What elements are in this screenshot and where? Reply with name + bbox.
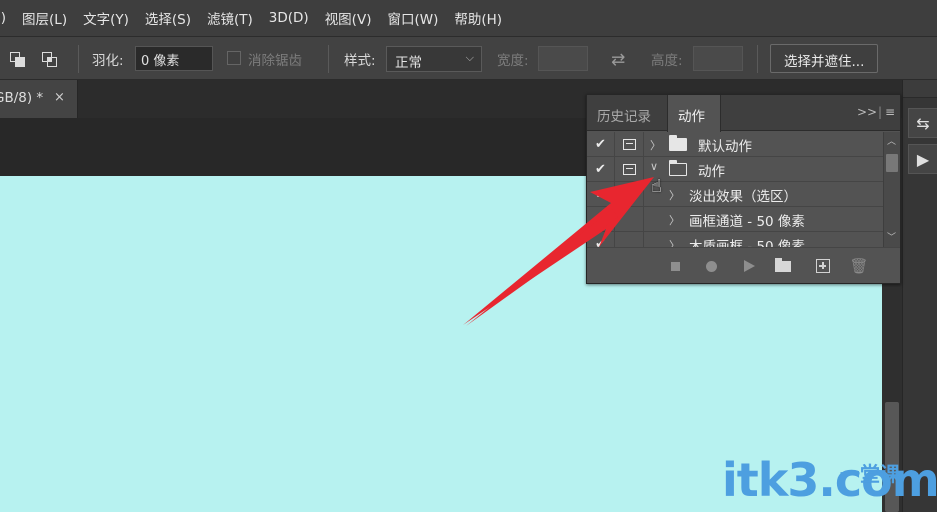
action-name: 木质画框 - 50 像素 bbox=[689, 239, 805, 247]
dock-header bbox=[903, 80, 937, 98]
menu-item-select[interactable]: 选择(S) bbox=[137, 8, 199, 28]
action-set-name: 默认动作 bbox=[698, 139, 752, 155]
menu-bar: l) 图层(L) 文字(Y) 选择(S) 滤镜(T) 3D(D) 视图(V) 窗… bbox=[0, 0, 937, 36]
chevron-down-icon[interactable]: ﹀ bbox=[887, 230, 896, 243]
scrollbar-thumb[interactable] bbox=[886, 154, 898, 172]
menu-item-filter[interactable]: 滤镜(T) bbox=[199, 8, 261, 28]
history-brush-icon[interactable]: ⇆ bbox=[908, 108, 937, 138]
new-action-icon[interactable] bbox=[815, 258, 831, 274]
action-name: 画框通道 - 50 像素 bbox=[689, 214, 805, 230]
feather-label: 羽化: bbox=[92, 53, 124, 69]
chevron-right-icon[interactable]: 〉 bbox=[650, 137, 661, 153]
action-name: 淡出效果（选区） bbox=[689, 189, 797, 205]
list-item[interactable]: ✔ 〉 淡出效果（选区） bbox=[587, 182, 883, 207]
subtract-selection-icon[interactable] bbox=[10, 52, 26, 68]
options-bar: 羽化: 0 像素 消除锯齿 样式: 正常 ⌵ 宽度: ⇄ 高度: 选择并遮住..… bbox=[0, 36, 937, 80]
new-set-folder-icon[interactable] bbox=[775, 257, 791, 274]
toggle-checkmark-icon[interactable] bbox=[587, 207, 615, 231]
dialog-toggle-icon[interactable] bbox=[616, 232, 644, 247]
swap-icon[interactable]: ⇄ bbox=[611, 50, 625, 70]
right-dock: ⇆ ▶ bbox=[902, 80, 937, 512]
dialog-toggle-icon[interactable] bbox=[616, 207, 644, 231]
hand-cursor-icon: ☝ bbox=[651, 176, 662, 197]
chevron-right-icon[interactable]: 〉 bbox=[669, 237, 680, 247]
actions-panel: 历史记录 动作 >> | ≡ ✔ 〉 默认动作 ✔ ∨ 动作 ✔ 〉 淡出效果（… bbox=[586, 94, 901, 284]
list-item[interactable]: ✔ 〉 木质画框 - 50 像素 bbox=[587, 232, 883, 247]
feather-input[interactable]: 0 像素 bbox=[135, 46, 213, 71]
trash-icon[interactable]: 🗑 bbox=[849, 257, 868, 275]
menu-item-edit[interactable]: l) bbox=[0, 10, 14, 26]
chevron-down-icon[interactable]: ∨ bbox=[650, 160, 658, 173]
play-icon[interactable]: ▶ bbox=[908, 144, 937, 174]
antialias-checkbox[interactable] bbox=[227, 51, 241, 65]
dialog-toggle-icon[interactable] bbox=[616, 132, 644, 156]
action-set-name: 动作 bbox=[698, 164, 725, 180]
stop-icon[interactable] bbox=[667, 258, 683, 274]
separator bbox=[757, 45, 758, 73]
toggle-checkmark-icon[interactable]: ✔ bbox=[587, 232, 615, 247]
separator bbox=[328, 45, 329, 73]
style-select[interactable]: 正常 ⌵ bbox=[386, 46, 482, 72]
menu-item-3d[interactable]: 3D(D) bbox=[261, 10, 317, 26]
watermark-subtext: 一堂课 bbox=[840, 462, 900, 486]
panel-tab-bar: 历史记录 动作 >> | ≡ bbox=[587, 95, 900, 132]
watermark-logo: itk3.com 一堂课 bbox=[722, 452, 937, 508]
tab-history[interactable]: 历史记录 bbox=[587, 95, 661, 131]
watermark-text: itk3.com bbox=[722, 453, 937, 507]
list-item[interactable]: 〉 画框通道 - 50 像素 bbox=[587, 207, 883, 232]
dialog-toggle-icon[interactable] bbox=[616, 157, 644, 181]
record-icon[interactable] bbox=[703, 258, 719, 274]
panel-menu-icon[interactable]: ≡ bbox=[885, 105, 895, 119]
list-item[interactable]: ✔ 〉 默认动作 bbox=[587, 132, 883, 157]
toggle-checkmark-icon[interactable]: ✔ bbox=[587, 157, 615, 181]
separator bbox=[78, 45, 79, 73]
antialias-label: 消除锯齿 bbox=[248, 53, 302, 69]
style-select-value: 正常 bbox=[395, 55, 422, 71]
toggle-checkmark-icon[interactable]: ✔ bbox=[587, 182, 615, 206]
folder-open-icon bbox=[668, 160, 687, 176]
menu-item-view[interactable]: 视图(V) bbox=[317, 8, 380, 28]
menu-item-help[interactable]: 帮助(H) bbox=[446, 8, 510, 28]
list-item[interactable]: ✔ ∨ 动作 bbox=[587, 157, 883, 182]
toggle-checkmark-icon[interactable]: ✔ bbox=[587, 132, 615, 156]
document-tab[interactable]: GB/8) * × bbox=[0, 80, 78, 118]
actions-list: ✔ 〉 默认动作 ✔ ∨ 动作 ✔ 〉 淡出效果（选区） 〉 画框通道 - 50… bbox=[587, 132, 883, 247]
chevron-right-icon[interactable]: 〉 bbox=[669, 212, 680, 228]
intersect-selection-icon[interactable] bbox=[42, 52, 58, 68]
collapse-panel-icon[interactable]: >> bbox=[857, 105, 877, 119]
dialog-toggle-icon[interactable] bbox=[616, 182, 644, 206]
menu-item-window[interactable]: 窗口(W) bbox=[379, 8, 446, 28]
width-input[interactable] bbox=[538, 46, 588, 71]
chevron-up-icon[interactable]: ︿ bbox=[887, 134, 896, 147]
document-tab-title: GB/8) * bbox=[0, 90, 44, 106]
close-icon[interactable]: × bbox=[54, 90, 65, 105]
height-label: 高度: bbox=[651, 53, 683, 69]
panel-footer: 🗑 bbox=[587, 247, 900, 283]
height-input[interactable] bbox=[693, 46, 743, 71]
menu-item-layer[interactable]: 图层(L) bbox=[14, 8, 75, 28]
chevron-right-icon[interactable]: 〉 bbox=[669, 187, 680, 203]
divider: | bbox=[878, 105, 883, 119]
style-label: 样式: bbox=[344, 53, 376, 69]
panel-scrollbar[interactable]: ︿ ﹀ bbox=[883, 132, 900, 247]
menu-item-type[interactable]: 文字(Y) bbox=[75, 8, 137, 28]
chevron-down-icon: ⌵ bbox=[465, 51, 474, 64]
play-icon[interactable] bbox=[741, 258, 757, 274]
width-label: 宽度: bbox=[497, 53, 529, 69]
folder-icon bbox=[669, 135, 687, 151]
select-and-mask-button[interactable]: 选择并遮住... bbox=[770, 44, 879, 73]
tab-actions[interactable]: 动作 bbox=[667, 95, 721, 132]
